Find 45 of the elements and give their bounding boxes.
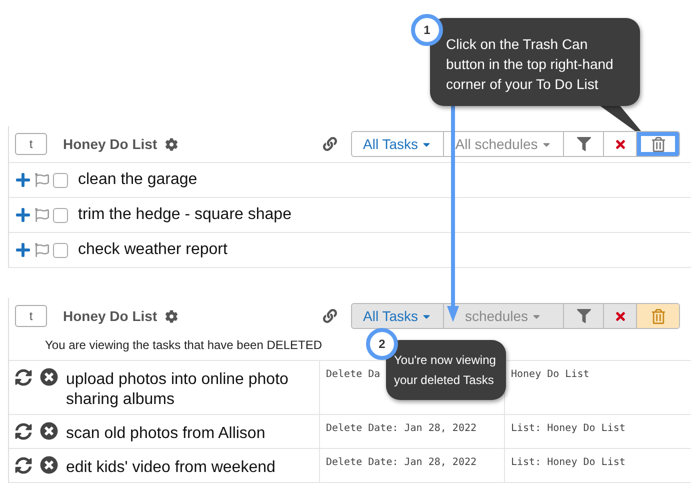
task-title: upload photos into online photo sharing albums <box>66 370 290 410</box>
close-icon <box>614 310 626 322</box>
add-icon[interactable] <box>15 172 31 188</box>
deleted-notice: You are viewing the tasks that have been DELETED <box>45 338 322 352</box>
up-button[interactable]: t <box>15 305 47 327</box>
remove-icon[interactable] <box>40 456 58 474</box>
settings-icon[interactable] <box>165 138 178 150</box>
task-title: trim the hedge - square shape <box>78 206 292 224</box>
remove-icon[interactable] <box>40 422 58 440</box>
link-icon[interactable] <box>323 137 337 151</box>
remove-icon[interactable] <box>40 368 58 386</box>
task-title: check weather report <box>78 241 228 259</box>
add-icon[interactable] <box>15 207 31 223</box>
trash-icon <box>650 308 666 324</box>
list-name: List: Honey Do List <box>504 449 691 482</box>
settings-icon[interactable] <box>165 310 178 322</box>
task-title: clean the garage <box>78 171 198 189</box>
restore-icon[interactable] <box>15 423 32 440</box>
delete-date: Delete Date: Jan 28, 2022 <box>319 449 504 482</box>
task-checkbox[interactable] <box>53 242 68 258</box>
task-checkbox[interactable] <box>53 172 68 188</box>
list-title: Honey Do List <box>63 308 158 324</box>
link-icon[interactable] <box>323 309 337 323</box>
tasks-filter-dropdown[interactable]: All Tasks <box>352 304 444 328</box>
close-icon <box>614 138 626 150</box>
step-badge: 1 <box>411 14 443 46</box>
list-name: List: Honey Do List <box>504 415 691 448</box>
add-icon[interactable] <box>15 242 31 258</box>
delete-date: Delete Date: Jan 28, 2022 <box>319 415 504 448</box>
restore-icon[interactable] <box>15 457 32 474</box>
list-title: Honey Do List <box>63 136 158 152</box>
up-button[interactable]: t <box>15 133 47 155</box>
tasks-filter-dropdown[interactable]: All Tasks <box>352 132 444 156</box>
flag-icon[interactable] <box>35 208 49 222</box>
callout-text: You're now viewing your deleted Tasks <box>386 340 506 400</box>
flag-icon[interactable] <box>35 243 49 257</box>
task-title: scan old photos from Allison <box>66 424 266 444</box>
trash-icon <box>650 136 666 152</box>
trash-button[interactable] <box>637 132 679 156</box>
task-checkbox[interactable] <box>53 208 68 222</box>
filter-icon <box>576 309 590 323</box>
task-title: edit kids' video from weekend <box>66 458 276 478</box>
restore-icon[interactable] <box>15 369 32 386</box>
filter-icon <box>576 137 590 151</box>
flag-icon[interactable] <box>35 173 49 187</box>
